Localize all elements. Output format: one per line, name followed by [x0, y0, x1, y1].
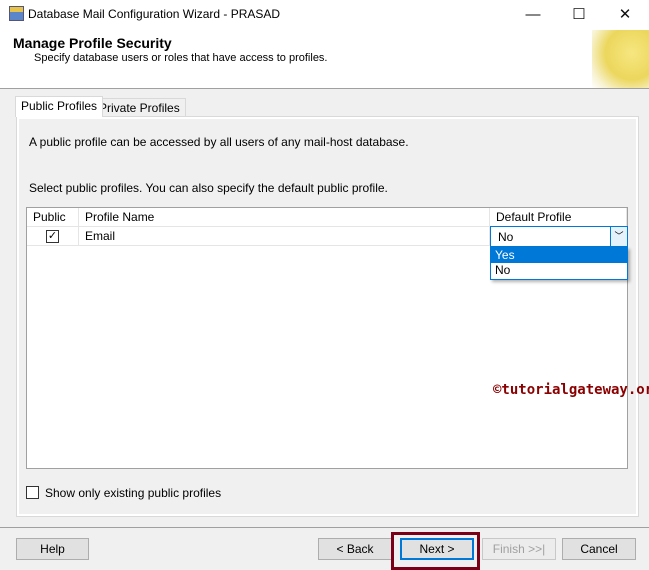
panel-description: A public profile can be accessed by all … [29, 135, 409, 149]
database-mail-icon [592, 30, 649, 88]
window-title: Database Mail Configuration Wizard - PRA… [28, 7, 281, 21]
column-header-public[interactable]: Public [27, 208, 79, 227]
table-row-public-cell: ✓ [27, 227, 79, 246]
help-button[interactable]: Help [16, 538, 89, 560]
default-profile-value: No [498, 230, 514, 244]
next-button[interactable]: Next > [400, 538, 474, 560]
show-existing-checkbox[interactable] [26, 486, 39, 499]
default-profile-dropdown: Yes No [490, 247, 628, 280]
dropdown-option-no[interactable]: No [491, 263, 627, 278]
cancel-button[interactable]: Cancel [562, 538, 636, 560]
watermark: ©tutorialgateway.org [493, 382, 649, 398]
tab-private-profiles[interactable]: Private Profiles [93, 98, 186, 117]
maximize-button[interactable]: ☐ [556, 0, 602, 28]
public-checkbox[interactable]: ✓ [46, 229, 59, 243]
title-bar: Database Mail Configuration Wizard - PRA… [0, 0, 649, 28]
app-icon [9, 6, 24, 21]
wizard-header: Manage Profile Security Specify database… [0, 28, 649, 89]
dropdown-option-yes[interactable]: Yes [491, 248, 627, 263]
minimize-button[interactable]: — [510, 0, 556, 28]
footer-divider [0, 527, 649, 528]
show-existing-label[interactable]: Show only existing public profiles [45, 486, 221, 500]
back-button[interactable]: < Back [318, 538, 392, 560]
close-button[interactable]: ✕ [602, 0, 648, 28]
finish-button: Finish >>| [482, 538, 556, 560]
profile-name-cell[interactable]: Email [79, 227, 490, 246]
column-header-default-profile[interactable]: Default Profile [490, 208, 627, 227]
page-title: Manage Profile Security [13, 35, 172, 51]
profiles-grid: Public Profile Name Default Profile ✓ Em… [26, 207, 628, 469]
panel-instruction: Select public profiles. You can also spe… [29, 181, 388, 195]
column-header-profile-name[interactable]: Profile Name [79, 208, 490, 227]
page-subtitle: Specify database users or roles that hav… [34, 52, 328, 64]
tab-public-profiles[interactable]: Public Profiles [15, 96, 104, 117]
chevron-down-icon[interactable]: ﹀ [610, 227, 627, 246]
default-profile-select[interactable]: No ﹀ [490, 226, 628, 247]
